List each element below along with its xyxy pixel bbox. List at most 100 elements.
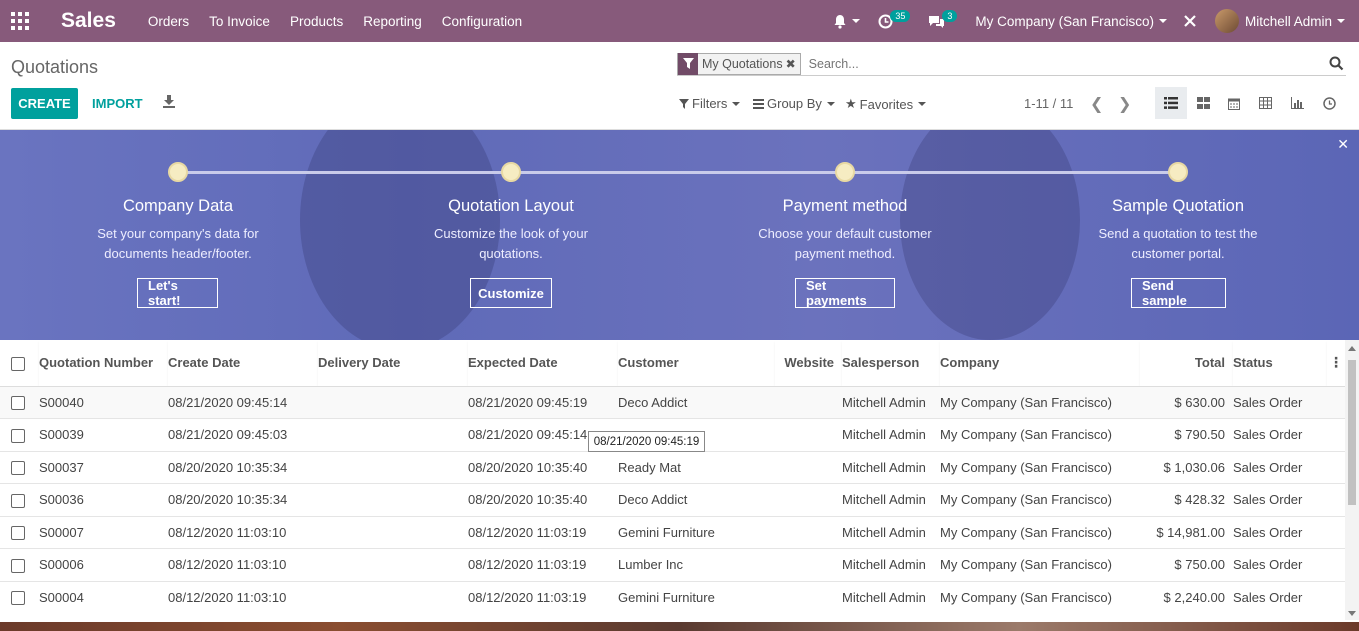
cell-expected: 08/20/2020 10:35:40: [468, 450, 618, 484]
cell-customer: Ready Mat: [618, 450, 775, 484]
column-header[interactable]: Company: [940, 340, 1140, 387]
column-header[interactable]: Customer: [618, 340, 775, 387]
menu-orders[interactable]: Orders: [148, 14, 189, 29]
user-menu[interactable]: Mitchell Admin: [1214, 9, 1345, 33]
column-header[interactable]: Total: [1140, 340, 1233, 387]
select-all-checkbox-cell[interactable]: [0, 340, 39, 387]
list-bars-icon: [753, 98, 764, 109]
star-icon: ★: [845, 96, 857, 111]
column-options-icon[interactable]: ⋮: [1327, 340, 1345, 387]
company-switcher[interactable]: My Company (San Francisco): [975, 14, 1167, 29]
customize-button[interactable]: Customize: [470, 278, 552, 308]
app-brand[interactable]: Sales: [61, 9, 116, 33]
filters-label: Filters: [692, 96, 728, 111]
table-row[interactable]: S00036 08/20/2020 10:35:34 08/20/2020 10:3…: [0, 483, 1345, 516]
search-bar: My Quotations ✖: [677, 52, 1346, 76]
table-row[interactable]: S00006 08/12/2020 11:03:10 08/12/2020 11:0…: [0, 548, 1345, 581]
cell-tooltip: 08/21/2020 09:45:19: [588, 431, 705, 452]
cell-salesperson: Mitchell Admin: [842, 418, 940, 451]
column-header[interactable]: Status: [1233, 340, 1327, 387]
cell-status: Sales Order: [1233, 548, 1327, 581]
pivot-view-icon[interactable]: [1249, 87, 1281, 119]
row-checkbox[interactable]: [11, 428, 25, 443]
lets-start-button[interactable]: Let's start!: [137, 278, 218, 308]
search-input[interactable]: [808, 56, 1346, 71]
table-row[interactable]: S00004 08/12/2020 11:03:10 08/12/2020 11:0…: [0, 580, 1345, 614]
set-payments-button[interactable]: Set payments: [795, 278, 895, 308]
column-header[interactable]: Salesperson: [842, 340, 940, 387]
page-title: Quotations: [11, 57, 99, 77]
banner-close-icon[interactable]: ✕: [1337, 136, 1349, 153]
row-checkbox[interactable]: [11, 461, 25, 476]
list-scrollbar[interactable]: [1345, 340, 1359, 620]
messages-chat-icon[interactable]: 3: [928, 10, 958, 29]
column-header[interactable]: Website: [775, 340, 842, 387]
cell-create: 08/21/2020 09:45:14: [168, 386, 318, 419]
send-sample-button[interactable]: Send sample: [1131, 278, 1226, 308]
row-checkbox[interactable]: [11, 591, 25, 606]
activity-clock-icon[interactable]: 35: [878, 10, 911, 29]
table-row[interactable]: S00040 08/21/2020 09:45:14 08/21/2020 09:4…: [0, 386, 1345, 419]
favorites-dropdown[interactable]: ★ Favorites: [845, 96, 927, 112]
graph-view-icon[interactable]: [1281, 87, 1313, 119]
cell-create: 08/12/2020 11:03:10: [168, 515, 318, 549]
download-icon[interactable]: [162, 94, 176, 108]
row-checkbox-cell[interactable]: [0, 386, 39, 419]
step-sample-quotation: Sample Quotation Send a quotation to tes…: [1068, 197, 1288, 264]
pager-previous-icon[interactable]: ❮: [1090, 94, 1103, 114]
select-all-checkbox[interactable]: [11, 356, 25, 371]
column-header[interactable]: Expected Date: [468, 340, 618, 387]
menu-products[interactable]: Products: [290, 14, 343, 29]
row-spacer: [1327, 515, 1345, 549]
row-checkbox-cell[interactable]: [0, 548, 39, 581]
scroll-down-icon[interactable]: [1348, 611, 1356, 616]
menu-configuration[interactable]: Configuration: [442, 14, 522, 29]
facet-remove-icon[interactable]: ✖: [786, 57, 800, 71]
row-spacer: [1327, 483, 1345, 516]
table-row[interactable]: S00007 08/12/2020 11:03:10 08/12/2020 11:0…: [0, 515, 1345, 549]
import-button[interactable]: IMPORT: [92, 96, 143, 111]
apps-menu-icon[interactable]: [0, 0, 40, 42]
row-checkbox[interactable]: [11, 396, 25, 411]
row-checkbox-cell[interactable]: [0, 515, 39, 549]
pager-next-icon[interactable]: ❯: [1118, 94, 1131, 114]
row-checkbox-cell[interactable]: [0, 580, 39, 614]
step-dot: [835, 162, 855, 182]
calendar-view-icon[interactable]: [1218, 87, 1250, 119]
kanban-view-icon[interactable]: [1187, 87, 1219, 119]
row-checkbox[interactable]: [11, 526, 25, 541]
row-checkbox-cell[interactable]: [0, 483, 39, 516]
row-spacer: [1327, 418, 1345, 451]
column-header[interactable]: Create Date: [168, 340, 318, 387]
activity-view-icon[interactable]: [1313, 87, 1345, 119]
row-checkbox-cell[interactable]: [0, 418, 39, 451]
scroll-thumb[interactable]: [1348, 360, 1356, 505]
debug-tools-icon[interactable]: [1183, 14, 1197, 28]
column-header[interactable]: Delivery Date: [318, 340, 468, 387]
pager-value[interactable]: 1-11 / 11: [1024, 96, 1073, 111]
avatar: [1214, 9, 1239, 33]
facet-label: My Quotations: [702, 56, 783, 71]
search-icon[interactable]: [1329, 56, 1344, 71]
menu-to-invoice[interactable]: To Invoice: [209, 14, 270, 29]
row-checkbox[interactable]: [11, 493, 25, 508]
cell-status: Sales Order: [1233, 515, 1327, 549]
filters-dropdown[interactable]: Filters: [679, 96, 741, 111]
column-header[interactable]: Quotation Number: [39, 340, 168, 387]
create-button[interactable]: CREATE: [11, 88, 78, 119]
groupby-dropdown[interactable]: Group By: [753, 96, 835, 111]
notifications-bell-icon[interactable]: [833, 14, 861, 29]
list-view-icon[interactable]: [1155, 87, 1187, 119]
row-checkbox-cell[interactable]: [0, 450, 39, 484]
progress-line: [178, 171, 1178, 174]
menu-reporting[interactable]: Reporting: [363, 14, 422, 29]
cell-total: $ 1,030.06: [1140, 450, 1233, 484]
cell-website: [775, 418, 842, 451]
table-row[interactable]: S00037 08/20/2020 10:35:34 08/20/2020 10:3…: [0, 450, 1345, 484]
cell-salesperson: Mitchell Admin: [842, 450, 940, 484]
scroll-up-icon[interactable]: [1348, 346, 1356, 351]
row-checkbox[interactable]: [11, 558, 25, 573]
step-desc-line: Set your company's data for: [97, 226, 259, 241]
cell-total: $ 630.00: [1140, 386, 1233, 419]
cell-company: My Company (San Francisco): [940, 483, 1140, 516]
